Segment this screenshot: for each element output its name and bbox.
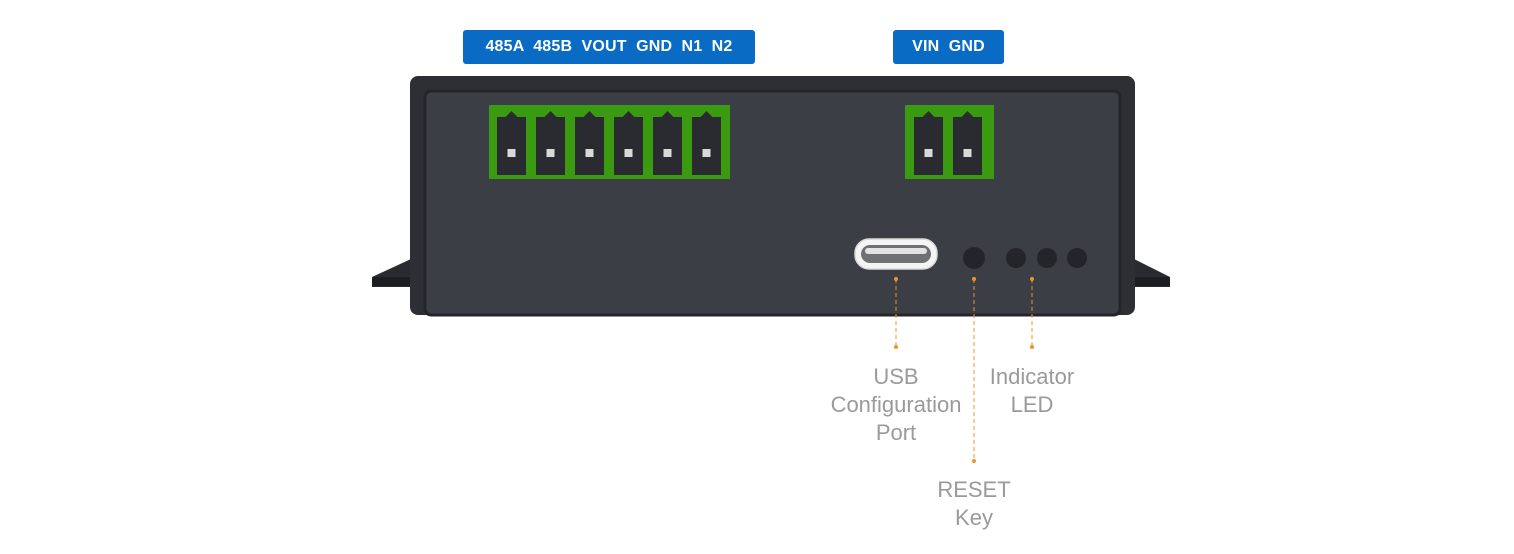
power-pin-2 — [953, 111, 982, 175]
indicator-led-1 — [1006, 248, 1026, 268]
usb-configuration-port-label: USB Configuration Port — [830, 364, 962, 445]
reset-button[interactable] — [963, 247, 985, 269]
terminal-pin-1 — [497, 111, 526, 175]
terminal-block-6pin — [489, 105, 730, 179]
usb-port[interactable] — [854, 238, 938, 270]
terminal-pin-3 — [575, 111, 604, 175]
indicator-led-2 — [1037, 248, 1057, 268]
terminal-pin-6 — [692, 111, 721, 175]
indicator-led-3 — [1067, 248, 1087, 268]
indicator-led-label: Indicator LED — [989, 364, 1075, 417]
power-pin-1 — [914, 111, 943, 175]
reset-key-label: RESET Key — [937, 477, 1011, 530]
mounting-ear-right — [1132, 259, 1170, 287]
terminal-pin-5 — [653, 111, 682, 175]
terminal-pin-4 — [614, 111, 643, 175]
terminal-block-2pin — [905, 105, 994, 179]
device-front-panel — [372, 76, 1170, 463]
mounting-ear-left — [372, 259, 412, 287]
terminal-pin-2 — [536, 111, 565, 175]
